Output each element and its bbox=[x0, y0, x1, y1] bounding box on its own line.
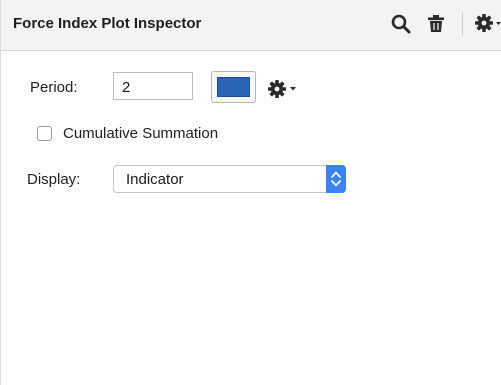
header-separator bbox=[462, 12, 463, 36]
period-input[interactable] bbox=[113, 72, 193, 100]
style-menu-button[interactable] bbox=[266, 77, 302, 101]
select-stepper-icon bbox=[326, 165, 346, 193]
line-color-well[interactable] bbox=[211, 71, 256, 103]
period-label: Period: bbox=[30, 79, 78, 96]
inspector-header: Force Index Plot Inspector bbox=[1, 0, 501, 51]
display-select[interactable]: Indicator bbox=[113, 165, 346, 193]
trash-icon[interactable] bbox=[424, 10, 448, 36]
line-color-swatch bbox=[217, 77, 250, 97]
display-label: Display: bbox=[27, 171, 81, 188]
gear-icon bbox=[268, 80, 286, 98]
cumulative-label: Cumulative Summation bbox=[63, 125, 219, 142]
gear-icon[interactable] bbox=[473, 10, 501, 36]
plot-inspector-panel: Force Index Plot Inspector Period: 2 Cum… bbox=[0, 0, 501, 385]
display-select-value: Indicator bbox=[126, 171, 184, 188]
search-icon[interactable] bbox=[389, 10, 413, 36]
inspector-title: Force Index Plot Inspector bbox=[13, 15, 202, 32]
cumulative-checkbox[interactable] bbox=[37, 126, 52, 141]
chevron-down-icon bbox=[290, 87, 296, 91]
